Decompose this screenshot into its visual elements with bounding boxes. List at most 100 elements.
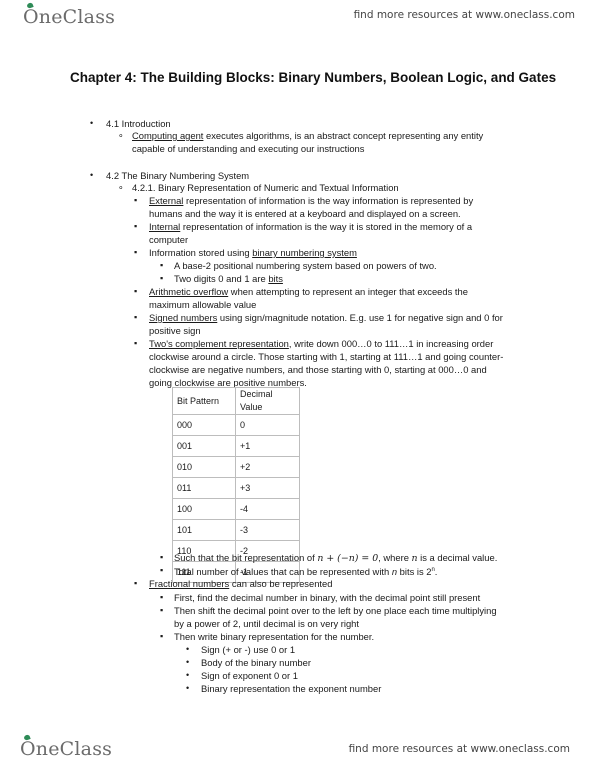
- term-computing-agent: Computing agent: [132, 130, 204, 141]
- item-text: representation of information is the way…: [180, 221, 473, 232]
- item-continuation: clockwise are negative numbers, and thos…: [149, 364, 487, 375]
- list-item: Computing agent executes algorithms, is …: [132, 129, 483, 142]
- item-text: Such that the bit representation of: [174, 552, 318, 563]
- item-text: , write down 000…0 to 111…1 in increasin…: [288, 338, 494, 349]
- square-bullet-icon: ▪: [134, 338, 138, 348]
- term-bits: bits: [268, 273, 283, 284]
- table-row: 010 +2: [172, 456, 300, 478]
- list-item: Body of the binary number: [201, 657, 311, 668]
- table-row: 001 +1: [172, 435, 300, 457]
- list-item: Two's complement representation, write d…: [149, 337, 493, 350]
- term-signed-numbers: Signed numbers: [149, 312, 218, 323]
- table-cell: 100: [172, 498, 236, 520]
- list-item: Binary representation the exponent numbe…: [201, 683, 382, 694]
- square-bullet-icon: ▪: [160, 605, 164, 615]
- table-row: 011 +3: [172, 477, 300, 499]
- term-fractional-numbers: Fractional numbers: [149, 578, 230, 589]
- logo-text: OneClass: [20, 738, 113, 760]
- square-bullet-icon: ▪: [160, 552, 164, 562]
- list-item: Fractional numbers can also be represent…: [149, 577, 332, 590]
- subsection-heading-4-2-1: 4.2.1. Binary Representation of Numeric …: [132, 182, 399, 193]
- table-cell: 0: [235, 414, 300, 436]
- item-text: bits is 2: [397, 566, 432, 578]
- item-continuation: computer: [149, 234, 189, 245]
- list-item: Two digits 0 and 1 are bits: [174, 272, 283, 285]
- term-external: External: [149, 195, 184, 206]
- item-continuation: clockwise around a circle. Those startin…: [149, 351, 504, 362]
- item-text: can also be represented: [229, 578, 333, 589]
- circle-bullet-icon: ∘: [118, 182, 124, 192]
- list-item: Sign (+ or -) use 0 or 1: [201, 644, 296, 655]
- item-text: Total number of values that can be repre…: [174, 566, 392, 578]
- table-row: 100 -4: [172, 498, 300, 520]
- item-continuation: humans and the way it is entered at a ke…: [149, 208, 461, 219]
- table-cell: 011: [172, 477, 236, 499]
- square-bullet-icon: ▪: [134, 286, 138, 296]
- square-bullet-icon: ▪: [134, 312, 138, 322]
- footer-tagline[interactable]: find more resources at www.oneclass.com: [349, 743, 570, 755]
- table-cell: +3: [235, 477, 300, 499]
- table-header-row: Bit Pattern Decimal Value: [172, 387, 300, 415]
- square-bullet-icon: ▪: [134, 578, 138, 588]
- list-item: A base-2 positional numbering system bas…: [174, 260, 437, 271]
- item-continuation: capable of understanding and executing o…: [132, 143, 365, 154]
- bullet-icon: •: [90, 170, 94, 180]
- bullet-icon: •: [90, 118, 94, 128]
- list-item: Arithmetic overflow when attempting to r…: [149, 285, 468, 298]
- list-item: First, find the decimal number in binary…: [174, 592, 481, 603]
- item-text: representation of information is the way…: [183, 195, 474, 206]
- list-item: Then write binary representation for the…: [174, 631, 375, 642]
- item-text: Information stored using: [149, 247, 253, 258]
- item-text: .: [434, 566, 438, 578]
- list-item: Then shift the decimal point over to the…: [174, 605, 497, 616]
- table-cell: +1: [235, 435, 300, 457]
- table-header-cell: Bit Pattern: [172, 387, 236, 415]
- table-cell: 001: [172, 435, 236, 457]
- list-item: Internal representation of information i…: [149, 220, 472, 233]
- term-internal: Internal: [149, 221, 181, 232]
- table-row: 000 0: [172, 414, 300, 436]
- table-cell: -3: [235, 519, 300, 541]
- oneclass-logo-bottom: OneClass: [20, 734, 113, 760]
- list-item: External representation of information i…: [149, 194, 473, 207]
- header-tagline[interactable]: find more resources at www.oneclass.com: [354, 9, 575, 21]
- square-bullet-icon: ▪: [134, 195, 138, 205]
- square-bullet-icon: ▪: [160, 273, 164, 283]
- item-text: using sign/magnitude notation. E.g. use …: [217, 312, 503, 323]
- term-binary-numbering-system: binary numbering system: [252, 247, 357, 258]
- math-expression: n + (−n) = 0: [317, 553, 379, 564]
- item-text: Two digits 0 and 1 are: [174, 273, 269, 284]
- circle-bullet-icon: ∘: [118, 130, 124, 140]
- table-row: 101 -3: [172, 519, 300, 541]
- list-item: Information stored using binary numberin…: [149, 246, 357, 259]
- square-bullet-icon: ▪: [134, 247, 138, 257]
- page-title: Chapter 4: The Building Blocks: Binary N…: [70, 70, 557, 85]
- square-bullet-icon: ▪: [160, 592, 164, 602]
- item-text: executes algorithms, is an abstract conc…: [203, 130, 484, 141]
- table-header-cell: Decimal Value: [235, 387, 300, 415]
- item-text: , where: [378, 552, 412, 563]
- list-item: Total number of values that can be repre…: [174, 564, 437, 578]
- table-cell: 101: [172, 519, 236, 541]
- square-bullet-icon: ▪: [160, 631, 164, 641]
- term-twos-complement: Two's complement representation: [149, 338, 289, 349]
- term-arithmetic-overflow: Arithmetic overflow: [149, 286, 229, 297]
- item-continuation: by a power of 2, until decimal is on ver…: [174, 618, 359, 629]
- square-bullet-icon: ▪: [160, 565, 164, 575]
- item-text: is a decimal value.: [417, 552, 498, 563]
- table-cell: 000: [172, 414, 236, 436]
- bullet-icon: •: [186, 670, 190, 680]
- square-bullet-icon: ▪: [134, 221, 138, 231]
- square-bullet-icon: ▪: [160, 260, 164, 270]
- list-item: Sign of exponent 0 or 1: [201, 670, 298, 681]
- table-cell: 010: [172, 456, 236, 478]
- list-item: Such that the bit representation of n + …: [174, 551, 497, 565]
- item-continuation: positive sign: [149, 325, 201, 336]
- table-cell: +2: [235, 456, 300, 478]
- bullet-icon: •: [186, 683, 190, 693]
- bullet-icon: •: [186, 657, 190, 667]
- item-text: when attempting to represent an integer …: [228, 286, 468, 297]
- list-item: Signed numbers using sign/magnitude nota…: [149, 311, 503, 324]
- item-continuation: maximum allowable value: [149, 299, 257, 310]
- table-cell: -4: [235, 498, 300, 520]
